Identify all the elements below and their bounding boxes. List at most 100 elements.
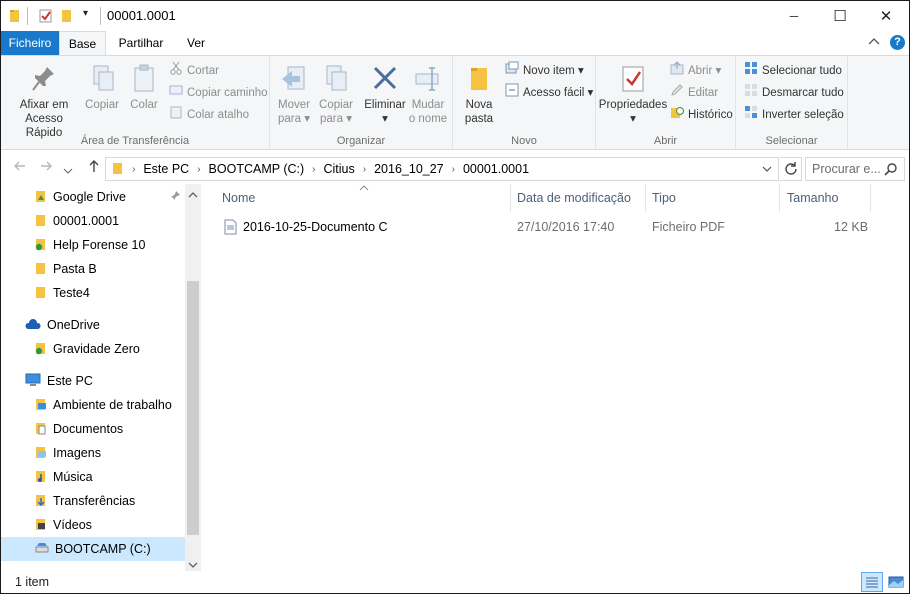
paste-icon [131, 64, 157, 98]
column-header-name[interactable]: Nome [216, 184, 511, 212]
nav-item-teste4[interactable]: Teste4 [1, 282, 185, 304]
nav-label: Help Forense 10 [53, 238, 146, 252]
new-folder-icon[interactable] [61, 8, 73, 24]
column-header-type[interactable]: Tipo [646, 184, 780, 212]
crumb-separator[interactable]: › [128, 164, 139, 175]
crumb-separator[interactable]: › [448, 164, 459, 175]
properties-button[interactable]: Propriedades ▾ [598, 64, 668, 126]
nav-item-music[interactable]: Música [1, 466, 185, 488]
invert-selection-button[interactable]: Inverter seleção [744, 106, 844, 124]
pinned-icon[interactable] [169, 190, 181, 205]
new-item-button[interactable]: Novo item ▾ [505, 61, 584, 81]
paste-shortcut-button[interactable]: Colar atalho [169, 106, 249, 124]
group-organize: Mover para ▾ Copiar para ▾ Eliminar ▾ Mu… [270, 56, 453, 150]
nav-item-bootcamp[interactable]: BOOTCAMP (C:) [1, 537, 185, 561]
crumb-2016-10-27[interactable]: 2016_10_27 [370, 162, 448, 176]
nav-label: Documentos [53, 422, 124, 436]
new-folder-label-2: pasta [464, 113, 494, 125]
table-row[interactable]: 2016-10-25-Documento C 27/10/2016 17:40 … [218, 217, 878, 239]
nav-scrollbar[interactable] [185, 184, 201, 571]
crumb-bootcamp[interactable]: BOOTCAMP (C:) [205, 162, 309, 176]
synced-folder-icon [35, 341, 47, 358]
search-icon[interactable] [884, 162, 898, 179]
open-button[interactable]: Abrir ▾ [670, 61, 721, 81]
easy-access-button[interactable]: Acesso fácil ▾ [505, 83, 593, 102]
up-arrow-icon[interactable] [87, 159, 101, 176]
pin-quick-access-button[interactable]: Afixar em Acesso Rápido [7, 64, 81, 140]
properties-check-icon[interactable] [39, 8, 53, 24]
nav-label: Gravidade Zero [53, 342, 140, 356]
move-to-button[interactable]: Mover para ▾ [274, 64, 314, 126]
nav-item-videos[interactable]: Vídeos [1, 514, 185, 536]
drive-icon [35, 542, 49, 557]
nav-item-desktop[interactable]: Ambiente de trabalho [1, 394, 185, 416]
edit-label: Editar [688, 87, 719, 99]
recent-locations-chevron-icon[interactable] [63, 162, 73, 178]
rename-button[interactable]: Mudar o nome [408, 64, 448, 126]
minimize-button[interactable]: ─ [771, 1, 817, 31]
select-none-button[interactable]: Desmarcar tudo [744, 84, 844, 102]
nav-item-gravidade-zero[interactable]: Gravidade Zero [1, 338, 185, 360]
scroll-up-arrow-icon[interactable] [188, 188, 198, 202]
properties-icon [620, 64, 646, 98]
details-view-icon[interactable] [861, 572, 883, 592]
search-box[interactable]: Procurar e... [805, 157, 905, 181]
column-header-date[interactable]: Data de modificação [511, 184, 646, 212]
nav-item-google-drive[interactable]: Google Drive [1, 186, 185, 208]
group-clipboard: Afixar em Acesso Rápido Copiar Colar Cor… [1, 56, 270, 150]
copy-to-icon [322, 64, 350, 98]
tab-partilhar[interactable]: Partilhar [110, 31, 172, 55]
select-all-icon [744, 61, 758, 81]
nav-item-pictures[interactable]: Imagens [1, 442, 185, 464]
tab-ficheiro[interactable]: Ficheiro [1, 31, 59, 55]
tab-ver[interactable]: Ver [177, 31, 215, 55]
nav-item-pasta-b[interactable]: Pasta B [1, 258, 185, 280]
nav-scrollbar-thumb[interactable] [187, 281, 199, 535]
open-icon [670, 61, 684, 81]
help-icon[interactable]: ? [890, 35, 905, 50]
scroll-down-arrow-icon[interactable] [188, 558, 198, 572]
refresh-button[interactable] [780, 157, 802, 181]
history-button[interactable]: Histórico [670, 106, 733, 124]
back-arrow-icon[interactable] [13, 159, 27, 176]
nav-item-este-pc[interactable]: Este PC [1, 370, 185, 392]
copy-to-button[interactable]: Copiar para ▾ [316, 64, 356, 126]
cut-button[interactable]: Cortar [169, 61, 219, 80]
forward-arrow-icon[interactable] [39, 159, 53, 176]
delete-button[interactable]: Eliminar ▾ [364, 64, 406, 126]
file-name: 2016-10-25-Documento C [243, 220, 388, 234]
address-bar[interactable]: › Este PC › BOOTCAMP (C:) › Citius › 201… [105, 157, 779, 181]
nav-item-onedrive[interactable]: OneDrive [1, 314, 185, 336]
nav-item-help-forense[interactable]: Help Forense 10 [1, 234, 185, 256]
crumb-00001-0001[interactable]: 00001.0001 [459, 162, 533, 176]
crumb-separator[interactable]: › [308, 164, 319, 175]
music-folder-icon [35, 469, 47, 486]
copy-button[interactable]: Copiar [83, 64, 121, 112]
properties-label-2: ▾ [630, 113, 636, 125]
crumb-este-pc[interactable]: Este PC [139, 162, 193, 176]
column-header-size[interactable]: Tamanho [781, 184, 871, 212]
address-dropdown-chevron-icon[interactable] [762, 162, 778, 176]
paste-shortcut-icon [169, 105, 183, 125]
new-folder-label-1: Nova [465, 99, 493, 111]
nav-item-00001-0001[interactable]: 00001.0001 [1, 210, 185, 232]
crumb-separator[interactable]: › [193, 164, 204, 175]
new-folder-button[interactable]: Nova pasta [461, 64, 497, 126]
collapse-ribbon-icon[interactable] [868, 36, 880, 49]
nav-item-documents[interactable]: Documentos [1, 418, 185, 440]
tab-base[interactable]: Base [59, 31, 106, 56]
edit-button[interactable]: Editar [670, 84, 718, 102]
new-item-icon [505, 61, 519, 81]
crumb-citius[interactable]: Citius [320, 162, 359, 176]
maximize-button[interactable]: ☐ [817, 1, 863, 31]
qa-dropdown[interactable]: ▾ [83, 8, 88, 24]
crumb-separator[interactable]: › [359, 164, 370, 175]
computer-icon [25, 373, 41, 390]
close-button[interactable]: ✕ [863, 1, 909, 31]
copy-path-button[interactable]: Copiar caminho [169, 84, 268, 102]
paste-button[interactable]: Colar [125, 64, 163, 112]
large-icons-view-icon[interactable] [885, 573, 907, 591]
search-placeholder: Procurar e... [812, 162, 881, 176]
nav-item-downloads[interactable]: Transferências [1, 490, 185, 512]
select-all-button[interactable]: Selecionar tudo [744, 62, 842, 80]
